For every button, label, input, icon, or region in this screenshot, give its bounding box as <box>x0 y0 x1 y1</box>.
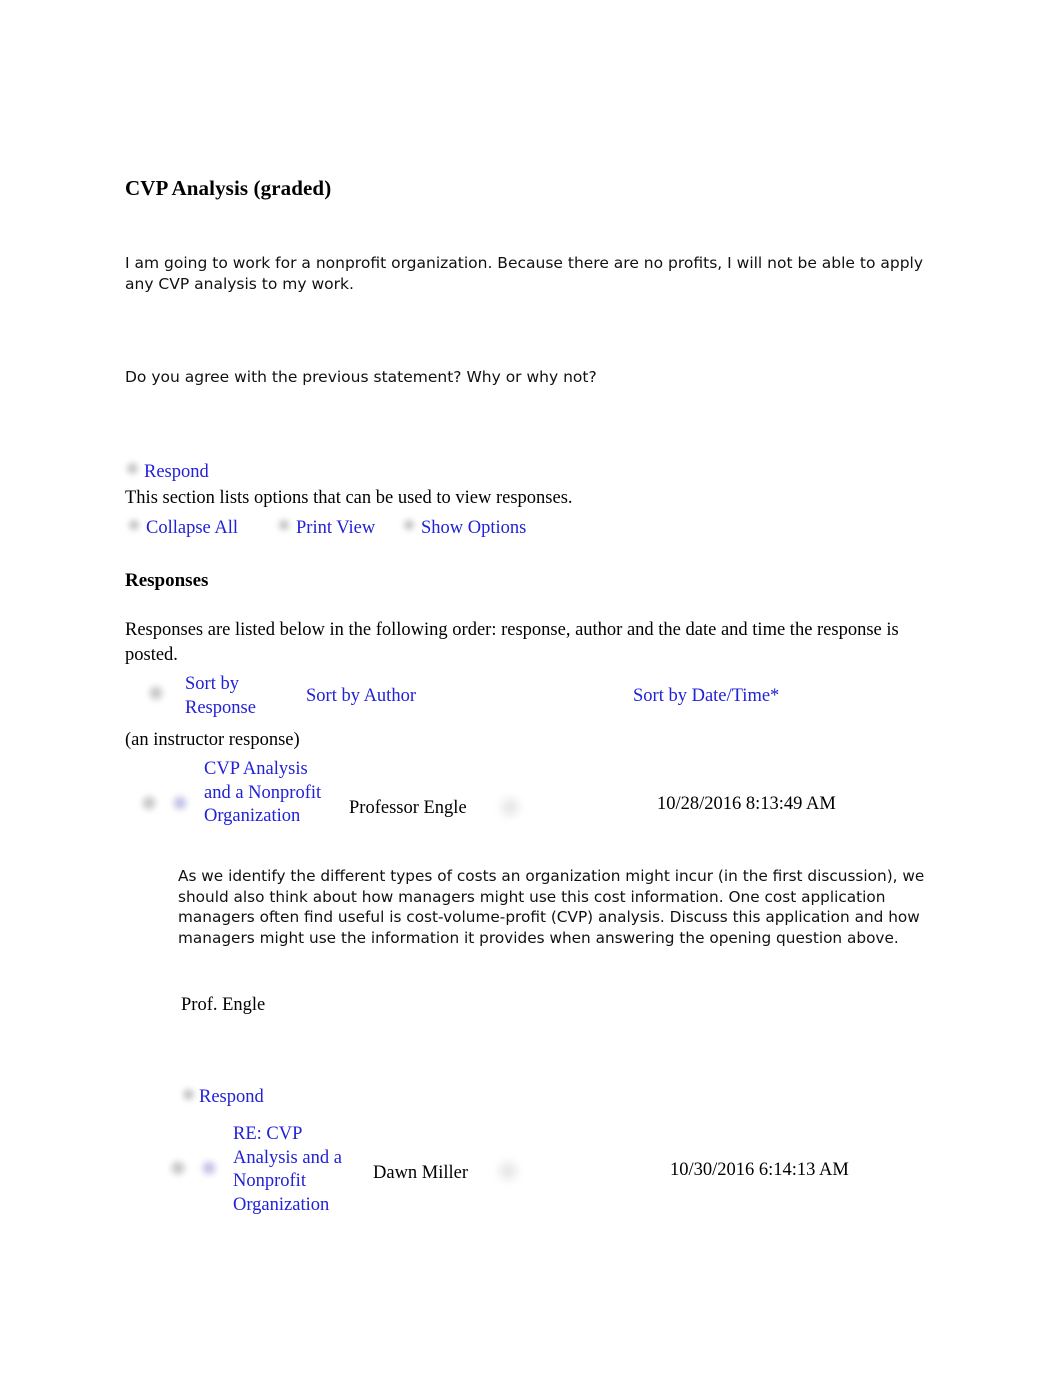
responses-heading: Responses <box>125 570 209 591</box>
collapse-all-icon[interactable] <box>126 517 142 533</box>
collapse-all-link[interactable]: Collapse All <box>146 517 238 541</box>
discussion-page: CVP Analysis (graded) I am going to work… <box>0 0 1062 1377</box>
options-description: This section lists options that can be u… <box>125 488 573 508</box>
print-view-link[interactable]: Print View <box>296 517 375 541</box>
respond-icon[interactable] <box>180 1086 197 1103</box>
respond-icon[interactable] <box>124 460 141 477</box>
thread-message-icon[interactable] <box>170 793 190 813</box>
print-view-icon[interactable] <box>276 517 292 533</box>
intro-paragraph: I am going to work for a nonprofit organ… <box>125 254 924 293</box>
instructor-response-note: (an instructor response) <box>125 730 300 750</box>
response-datetime: 10/30/2016 6:14:13 AM <box>670 1160 849 1180</box>
author-badge-icon <box>496 793 524 821</box>
sort-by-datetime-link[interactable]: Sort by Date/Time* <box>633 685 779 709</box>
page-title: CVP Analysis (graded) <box>125 176 332 200</box>
response-body: As we identify the different types of co… <box>178 867 925 947</box>
sort-by-author-link[interactable]: Sort by Author <box>306 685 416 709</box>
response-subject-link[interactable]: CVP Analysis and a Nonprofit Organizatio… <box>204 758 330 829</box>
respond-link-response-1[interactable]: Respond <box>199 1086 264 1110</box>
response-signature: Prof. Engle <box>181 995 266 1015</box>
response-author: Professor Engle <box>349 798 467 818</box>
response-author: Dawn Miller <box>373 1163 469 1183</box>
responses-description: Responses are listed below in the follow… <box>125 620 899 665</box>
sort-icon[interactable] <box>146 683 166 703</box>
sort-by-response-link[interactable]: Sort by Response <box>185 673 281 720</box>
thread-message-icon[interactable] <box>199 1158 219 1178</box>
show-options-link[interactable]: Show Options <box>421 517 526 541</box>
question-paragraph: Do you agree with the previous statement… <box>125 368 597 386</box>
respond-link-top[interactable]: Respond <box>144 461 209 485</box>
response-datetime: 10/28/2016 8:13:49 AM <box>657 794 836 814</box>
thread-expand-icon[interactable] <box>139 793 159 813</box>
response-subject-link[interactable]: RE: CVP Analysis and a Nonprofit Organiz… <box>233 1123 361 1217</box>
author-badge-icon <box>494 1157 522 1185</box>
show-options-icon[interactable] <box>401 517 417 533</box>
thread-expand-icon[interactable] <box>168 1158 188 1178</box>
